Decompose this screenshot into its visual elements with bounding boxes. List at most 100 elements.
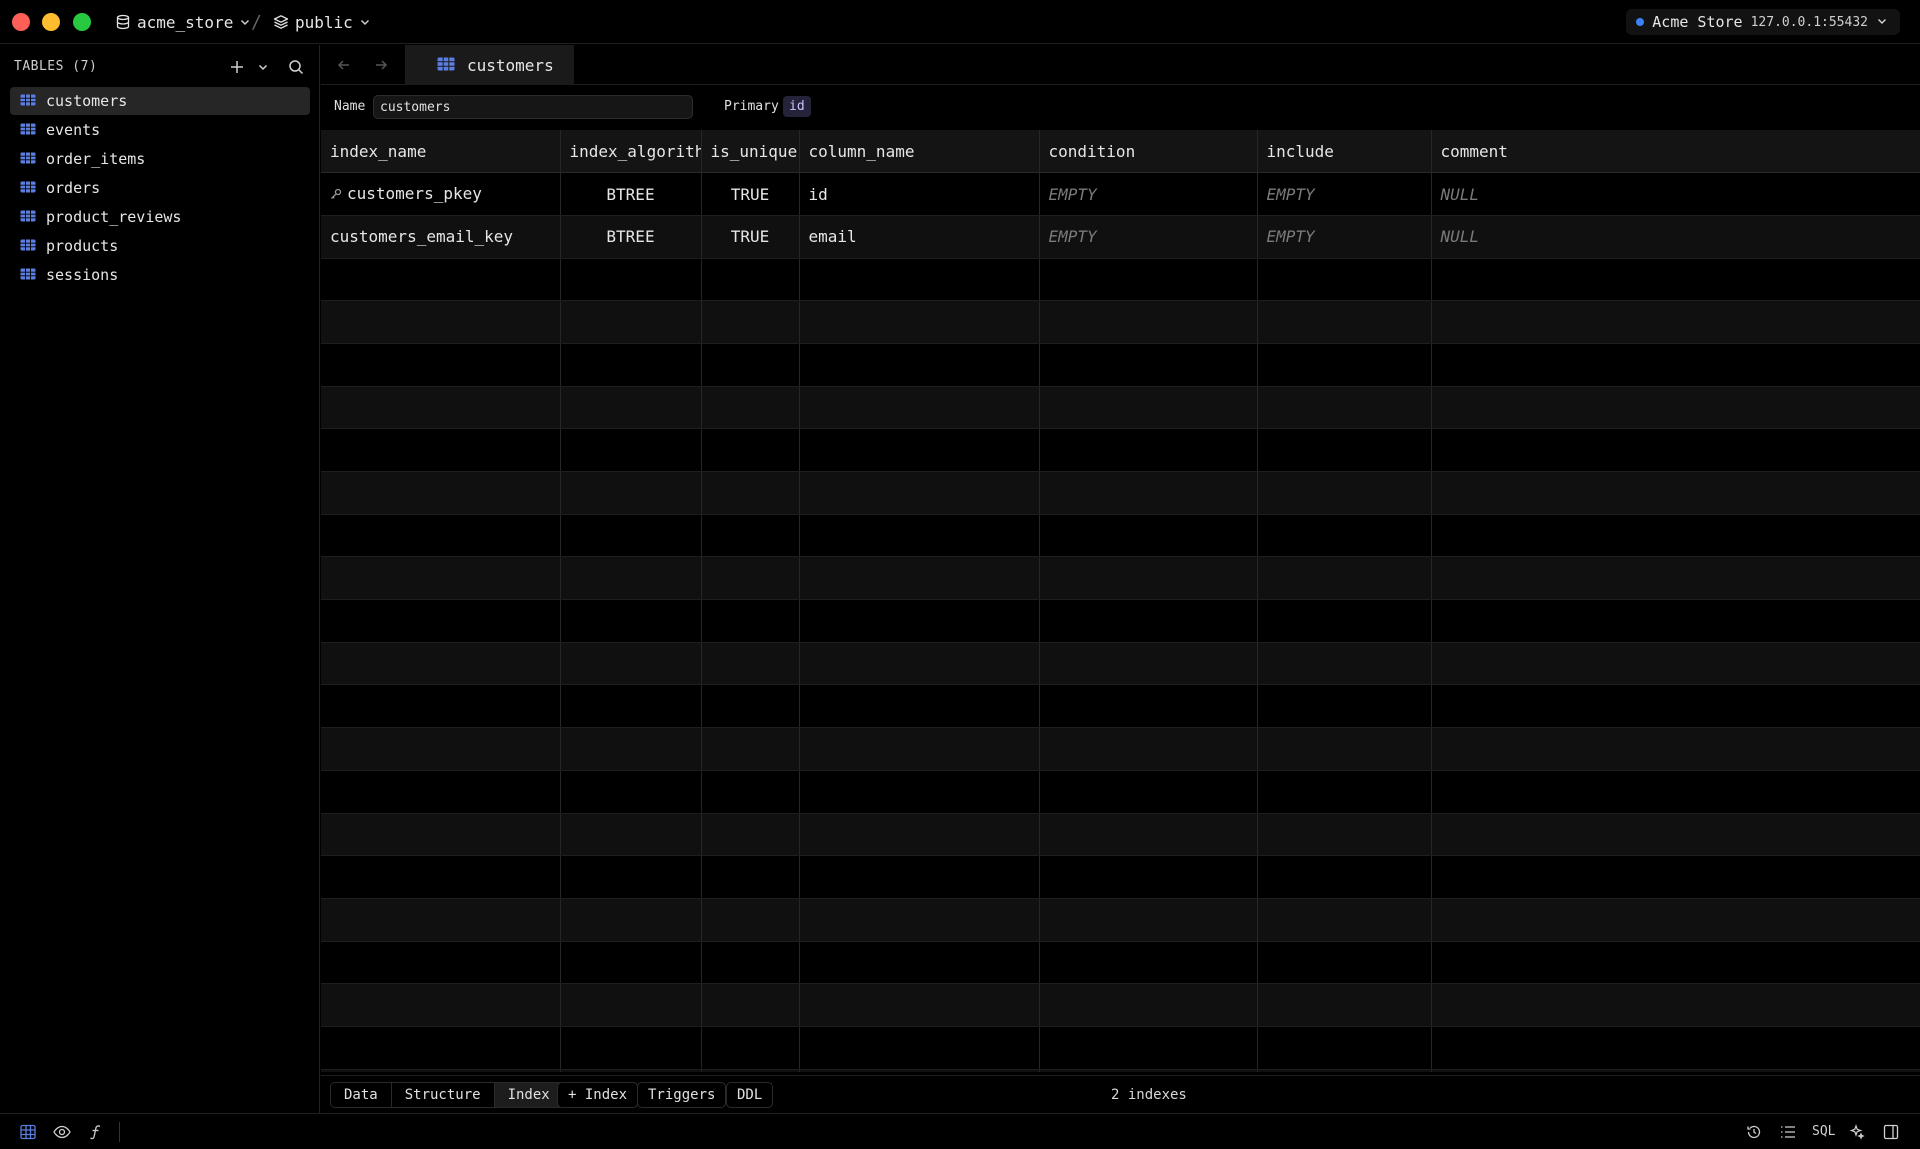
empty-cell — [1039, 428, 1258, 472]
tab-customers[interactable]: customers — [405, 45, 574, 85]
primary-key-badge[interactable]: id — [783, 96, 811, 117]
forward-arrow-icon[interactable] — [371, 55, 391, 75]
triggers-button[interactable]: Triggers — [637, 1082, 727, 1108]
cell-value: email — [808, 227, 857, 247]
empty-cell — [321, 599, 561, 643]
column-header-index-name[interactable]: index_name — [321, 130, 561, 174]
cell-condition[interactable]: EMPTY — [1039, 215, 1258, 259]
cell-column-name[interactable]: id — [799, 172, 1040, 216]
cell-condition[interactable]: EMPTY — [1039, 172, 1258, 216]
sql-button[interactable]: SQL — [1812, 1124, 1835, 1139]
column-header-condition[interactable]: condition — [1039, 130, 1258, 174]
column-header-include[interactable]: include — [1257, 130, 1432, 174]
empty-cell — [560, 300, 702, 344]
tab-structure[interactable]: Structure — [391, 1083, 495, 1107]
maximize-window-button[interactable] — [73, 13, 91, 31]
cell-comment[interactable]: NULL — [1431, 215, 1920, 259]
cell-include[interactable]: EMPTY — [1257, 215, 1432, 259]
cell-column-name[interactable]: email — [799, 215, 1040, 259]
empty-cell — [1431, 941, 1920, 985]
cell-index-name[interactable]: customers_email_key — [321, 215, 561, 259]
add-index-button[interactable]: + Index — [557, 1082, 639, 1108]
cell-value: BTREE — [606, 184, 655, 204]
index-grid: index_name index_algorithm is_unique column… — [321, 130, 1920, 1072]
empty-row — [321, 642, 1920, 686]
add-table-button[interactable] — [228, 58, 246, 76]
empty-cell — [321, 1026, 561, 1070]
list-icon[interactable] — [1779, 1123, 1797, 1141]
cell-is-unique[interactable]: TRUE — [701, 172, 800, 216]
sidebar-item-sessions[interactable]: sessions — [10, 261, 310, 289]
empty-cell — [1257, 813, 1432, 857]
column-header-comment[interactable]: comment — [1431, 130, 1920, 174]
tab-index[interactable]: Index — [494, 1083, 563, 1107]
close-window-button[interactable] — [12, 13, 30, 31]
empty-cell — [321, 428, 561, 472]
table-row[interactable]: customers_pkey BTREE TRUE id EMPTY EMPTY NULL — [321, 172, 1920, 216]
table-icon — [20, 179, 36, 197]
empty-row — [321, 855, 1920, 899]
column-header-index-algorithm[interactable]: index_algorithm — [560, 130, 702, 174]
chevron-down-icon[interactable] — [254, 58, 272, 76]
empty-cell — [1431, 983, 1920, 1027]
connection-selector[interactable]: Acme Store 127.0.0.1:55432 — [1626, 9, 1900, 35]
sidebar-item-orders[interactable]: orders — [10, 174, 310, 202]
cell-index-algorithm[interactable]: BTREE — [560, 215, 702, 259]
column-header-column-name[interactable]: column_name — [799, 130, 1040, 174]
connection-name: Acme Store — [1652, 13, 1743, 31]
empty-cell — [701, 813, 800, 857]
empty-cell — [1039, 941, 1258, 985]
sidebar-item-events[interactable]: events — [10, 116, 310, 144]
sidebar-item-product-reviews[interactable]: product_reviews — [10, 203, 310, 231]
database-selector[interactable]: acme_store — [115, 11, 251, 33]
empty-cell — [1431, 556, 1920, 601]
empty-cell — [799, 1026, 1040, 1070]
sparkle-icon[interactable] — [1848, 1123, 1866, 1141]
empty-cell — [1257, 1069, 1432, 1072]
table-grid-icon[interactable] — [19, 1123, 37, 1141]
chevron-down-icon — [1876, 13, 1888, 31]
sidebar-item-products[interactable]: products — [10, 232, 310, 260]
cell-index-name[interactable]: customers_pkey — [321, 172, 561, 216]
empty-cell — [560, 813, 702, 857]
history-icon[interactable] — [1745, 1123, 1763, 1141]
cell-value: EMPTY — [1266, 227, 1315, 247]
empty-cell — [560, 599, 702, 643]
table-name-input[interactable] — [373, 95, 693, 119]
empty-row — [321, 727, 1920, 771]
back-arrow-icon[interactable] — [334, 55, 354, 75]
empty-cell — [701, 770, 800, 814]
column-header-is-unique[interactable]: is_unique — [701, 130, 800, 174]
empty-cell — [799, 258, 1040, 302]
table-icon — [437, 56, 455, 75]
empty-row — [321, 898, 1920, 942]
empty-cell — [321, 770, 561, 814]
empty-cell — [1039, 1026, 1258, 1070]
eye-icon[interactable] — [53, 1123, 71, 1141]
empty-cell — [321, 684, 561, 729]
table-row[interactable]: customers_email_key BTREE TRUE email EMPTY EM… — [321, 215, 1920, 259]
empty-row — [321, 770, 1920, 814]
empty-cell — [701, 300, 800, 344]
empty-cell — [799, 514, 1040, 558]
empty-cell — [321, 556, 561, 601]
title-bar: acme_store / public Acme Store 127.0.0.1… — [0, 0, 1920, 44]
cell-is-unique[interactable]: TRUE — [701, 215, 800, 259]
empty-cell — [1039, 386, 1258, 430]
cell-comment[interactable]: NULL — [1431, 172, 1920, 216]
ddl-button[interactable]: DDL — [726, 1082, 774, 1108]
sidebar-toggle-icon[interactable] — [1882, 1123, 1900, 1141]
tab-data[interactable]: Data — [331, 1083, 392, 1107]
empty-cell — [1257, 1026, 1432, 1070]
search-icon[interactable] — [287, 58, 305, 76]
sidebar-item-order-items[interactable]: order_items — [10, 145, 310, 173]
schema-selector[interactable]: public — [273, 11, 371, 33]
key-icon — [330, 185, 342, 204]
minimize-window-button[interactable] — [42, 13, 60, 31]
cell-index-algorithm[interactable]: BTREE — [560, 172, 702, 216]
empty-cell — [560, 258, 702, 302]
function-icon[interactable] — [87, 1123, 105, 1141]
sidebar: TABLES (7) customers events order_items ord… — [0, 45, 320, 1113]
sidebar-item-customers[interactable]: customers — [10, 87, 310, 115]
cell-include[interactable]: EMPTY — [1257, 172, 1432, 216]
